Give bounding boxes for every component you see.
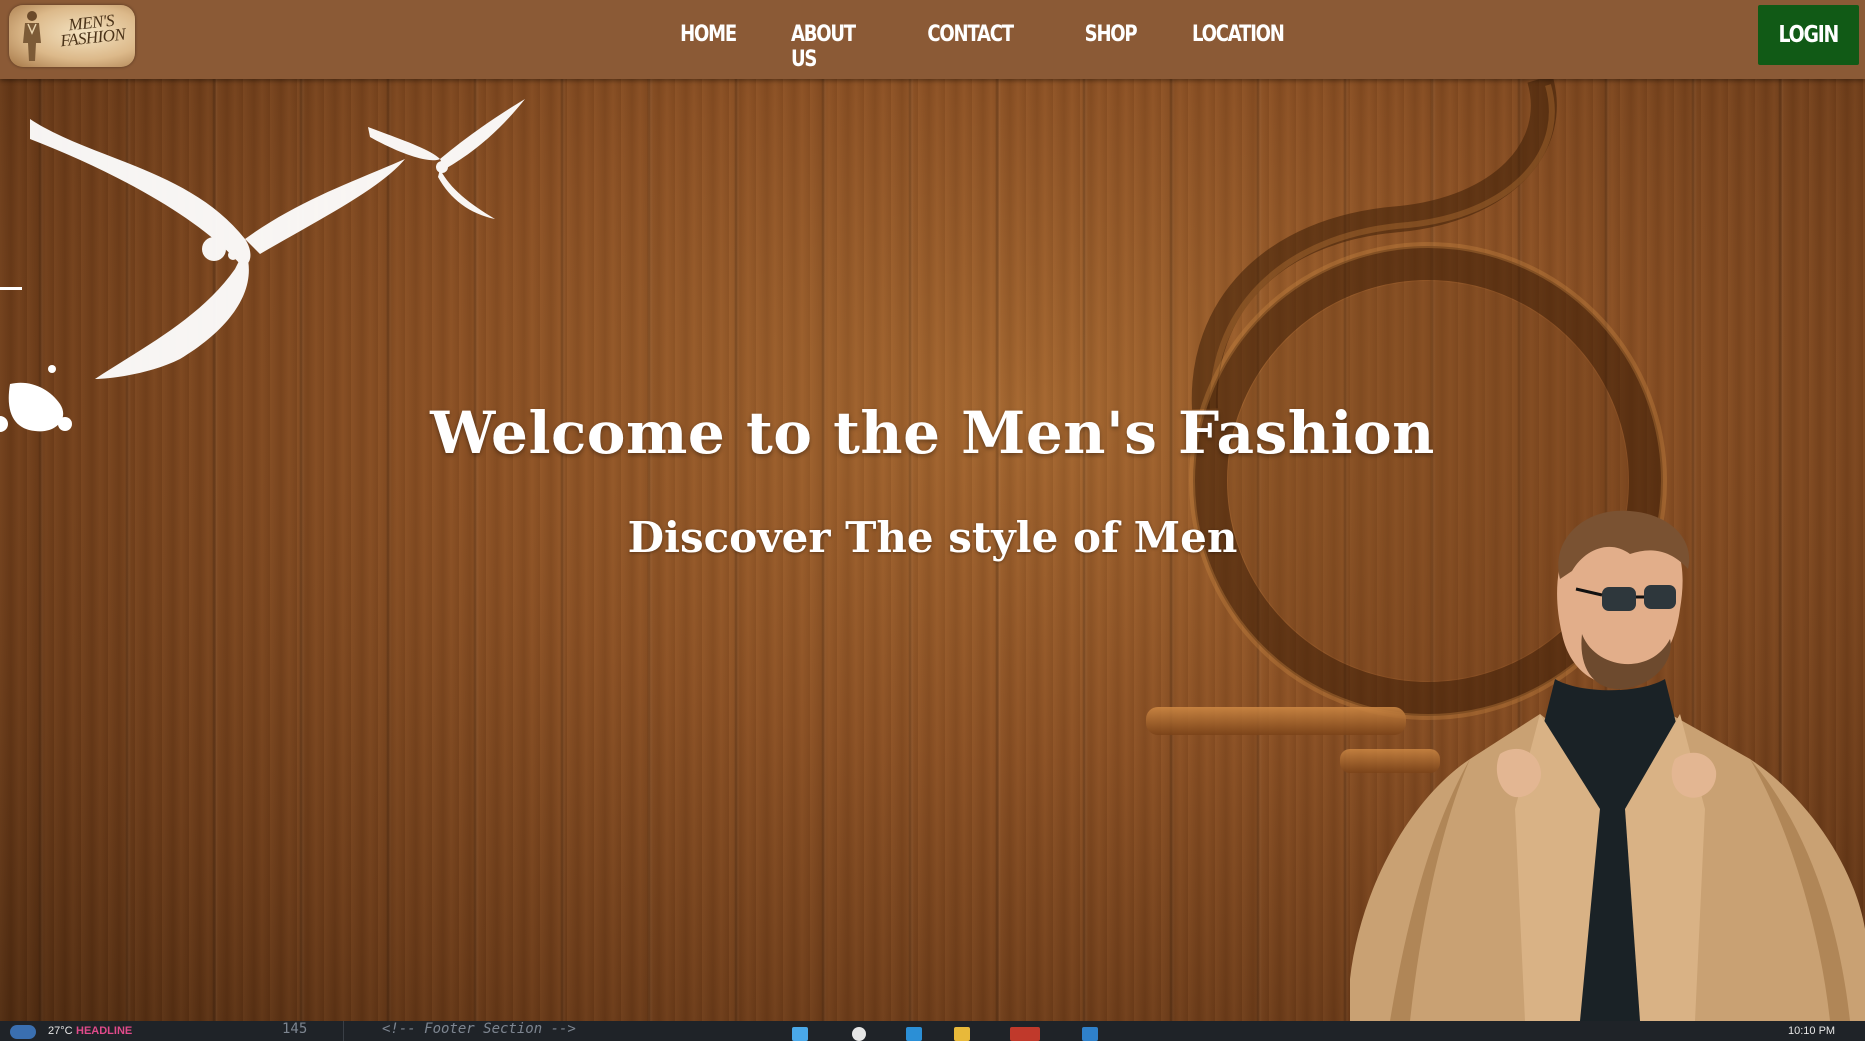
nav-location[interactable]: LOCATION [1192, 22, 1285, 47]
editor-gutter-divider [343, 1021, 344, 1041]
nav-contact[interactable]: CONTACT [927, 22, 1014, 47]
vscode-icon[interactable] [1082, 1027, 1098, 1041]
windows-start-icon[interactable] [792, 1027, 808, 1041]
hero-title: Welcome to the Men's Fashion [430, 399, 1435, 467]
taskbar-clock: 10:10 PM [1788, 1025, 1836, 1037]
nav-about-us[interactable]: ABOUT US [791, 22, 856, 72]
edge-browser-icon[interactable] [906, 1027, 922, 1041]
app-icon[interactable] [1010, 1027, 1040, 1041]
file-explorer-icon[interactable] [954, 1027, 970, 1041]
hero-section: Welcome to the Men's Fashion Discover Th… [0, 79, 1865, 1021]
bird-icon [30, 119, 405, 379]
login-button-label: LOGIN [1778, 22, 1840, 48]
search-icon[interactable] [852, 1027, 866, 1041]
login-button[interactable]: LOGIN [1758, 5, 1859, 65]
editor-code-line: <!-- Footer Section --> [382, 1021, 576, 1037]
nav-shop[interactable]: SHOP [1085, 22, 1138, 47]
site-header: MEN'S FASHION HOME ABOUT US CONTACT SHOP… [0, 0, 1865, 79]
logo-figure-icon [23, 11, 41, 61]
os-taskbar: 27°C HEADLINE 145 <!-- Footer Section --… [0, 1021, 1865, 1041]
bird-icon-small [368, 99, 525, 219]
nav-home[interactable]: HOME [680, 22, 737, 47]
logo-text: MEN'S FASHION [48, 11, 135, 51]
weather-icon [10, 1025, 36, 1039]
taskbar-temperature: 27°C [48, 1025, 73, 1037]
model-photo-icon [1350, 510, 1865, 1021]
page: MEN'S FASHION HOME ABOUT US CONTACT SHOP… [0, 0, 1865, 1041]
site-logo[interactable]: MEN'S FASHION [9, 5, 135, 67]
editor-line-number: 145 [282, 1021, 308, 1037]
taskbar-news[interactable]: HEADLINE [76, 1025, 132, 1037]
